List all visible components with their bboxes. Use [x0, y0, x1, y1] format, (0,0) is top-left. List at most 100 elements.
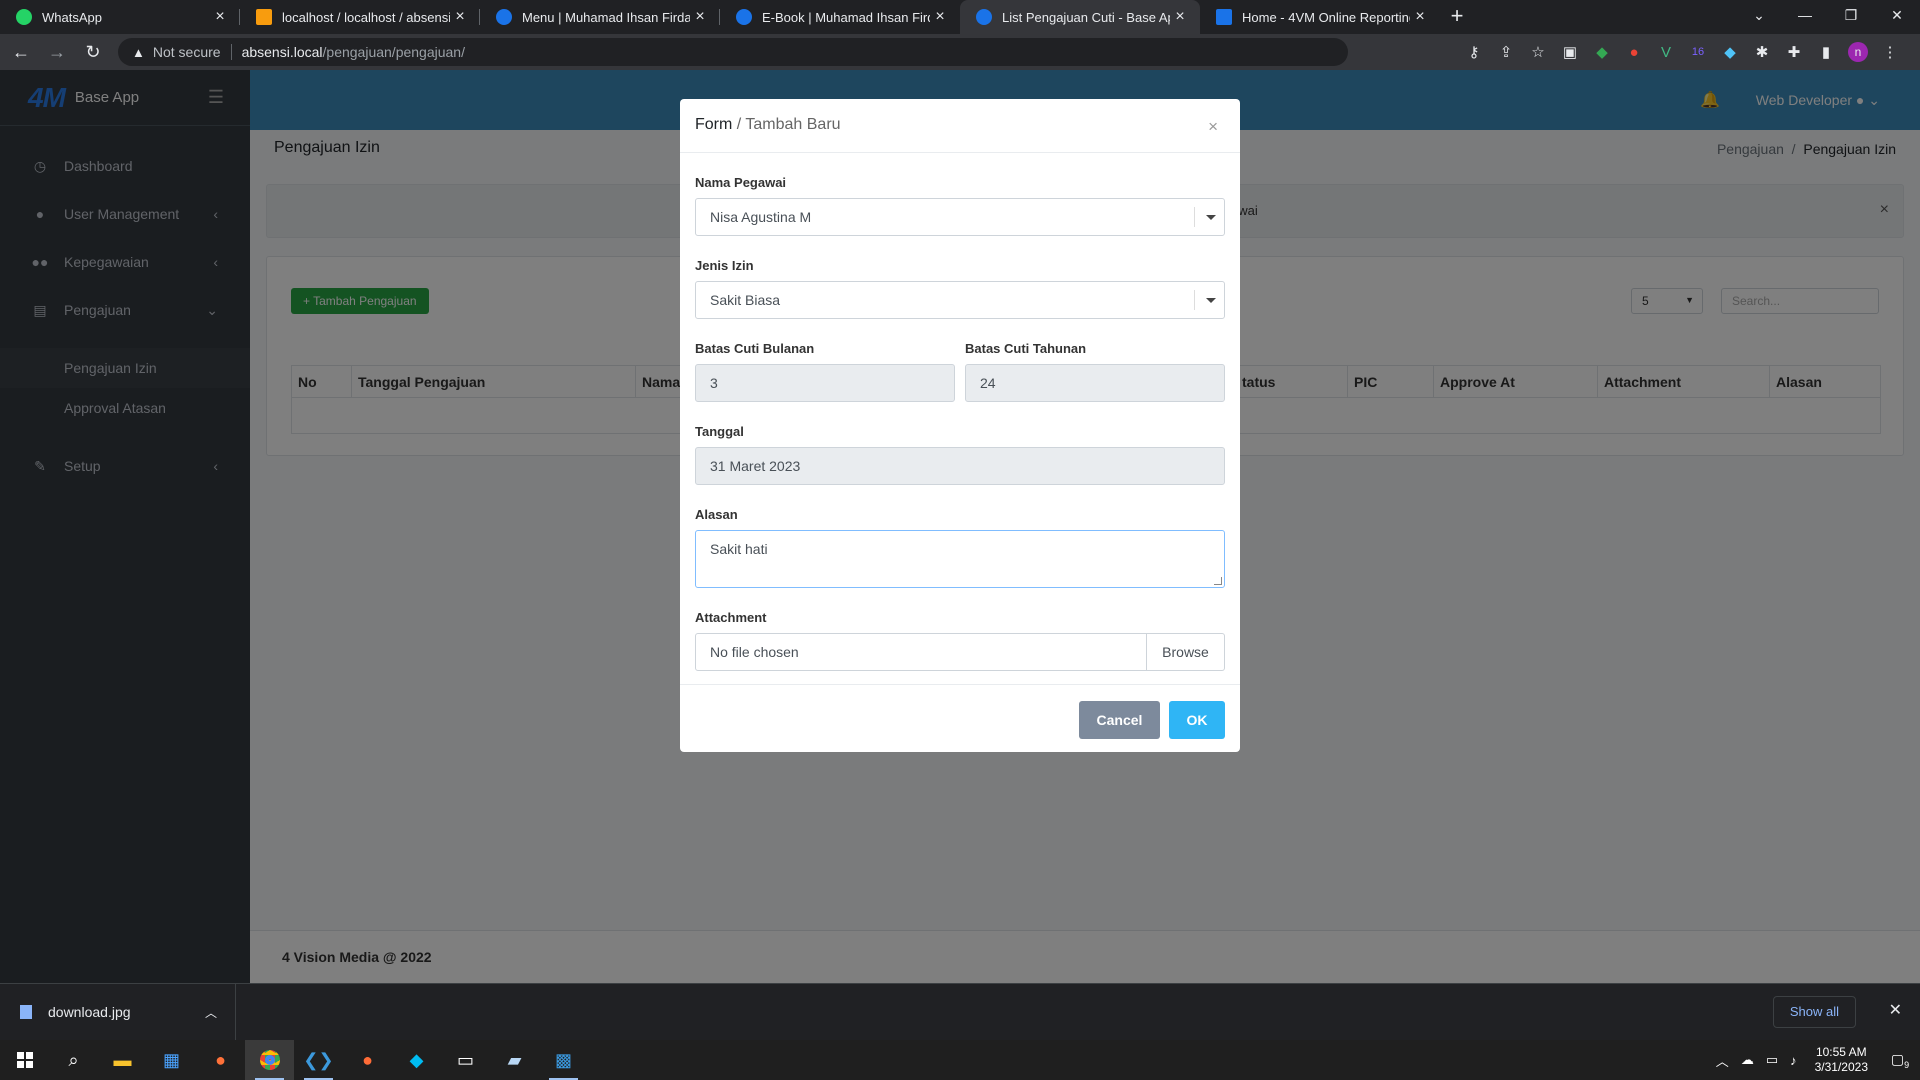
tab-title: localhost / localhost / absensi | p [282, 9, 450, 25]
notification-icon[interactable]: ▢9 [1880, 1051, 1920, 1070]
url-path: /pengajuan/pengajuan/ [322, 44, 465, 60]
jenis-izin-value: Sakit Biasa [710, 292, 781, 308]
batas-cuti-tahunan-field: 24 [965, 364, 1225, 402]
close-icon[interactable]: × [1170, 8, 1190, 26]
vscode-icon[interactable]: ❮❯ [294, 1040, 343, 1080]
sidepanel-icon[interactable]: ▮ [1810, 43, 1842, 61]
firefox-icon[interactable]: ● [196, 1040, 245, 1080]
attachment-label: Attachment [695, 610, 767, 625]
alasan-textarea[interactable]: Sakit hati [695, 530, 1225, 588]
puzzle-icon[interactable]: ✚ [1778, 43, 1810, 61]
address-bar[interactable]: ▲ Not secure absensi.local/pengajuan/pen… [118, 38, 1348, 66]
extension-icon[interactable]: ▣ [1554, 43, 1586, 61]
extension-icon[interactable]: ● [1618, 44, 1650, 61]
browser-tab[interactable]: WhatsApp × [0, 0, 240, 34]
network-icon[interactable]: ▭ [1766, 1052, 1778, 1068]
network-app-icon[interactable]: ▦ [147, 1040, 196, 1080]
modal-subtitle: Tambah Baru [745, 116, 841, 133]
profile-avatar[interactable]: n [1842, 42, 1874, 62]
alasan-label: Alasan [695, 507, 738, 522]
chevron-up-icon[interactable]: ︿ [205, 1004, 217, 1021]
attachment-input[interactable]: No file chosen Browse [695, 633, 1225, 671]
browser-tab[interactable]: E-Book | Muhamad Ihsan Firdaus× [720, 0, 960, 34]
cloud-icon[interactable]: ☁ [1741, 1052, 1754, 1068]
star-icon[interactable]: ☆ [1522, 43, 1554, 61]
chevron-down-icon [1194, 207, 1224, 227]
chevron-up-icon[interactable]: ︿ [1716, 1051, 1729, 1070]
browser-tab-strip: WhatsApp × localhost / localhost / absens… [0, 0, 1920, 34]
batas-cuti-bulanan-field: 3 [695, 364, 955, 402]
browser-tab[interactable]: localhost / localhost / absensi | p× [240, 0, 480, 34]
file-explorer-icon[interactable]: ▬ [98, 1040, 147, 1080]
nama-pegawai-value: Nisa Agustina M [710, 209, 812, 225]
modal-header: Form / Tambah Baru × [680, 99, 1240, 153]
download-item[interactable]: download.jpg ︿ [0, 984, 236, 1040]
tanggal-field[interactable]: 31 Maret 2023 [695, 447, 1225, 485]
tab-search-icon[interactable]: ⌄ [1736, 0, 1782, 34]
minimize-button[interactable]: — [1782, 0, 1828, 34]
alasan-value: Sakit hati [710, 541, 768, 557]
site-icon [976, 9, 992, 25]
notepad-icon[interactable]: ▰ [490, 1040, 539, 1080]
gear-icon[interactable]: ✱ [1746, 43, 1778, 61]
security-label: Not secure [152, 44, 221, 60]
browser-tab[interactable]: Home - 4VM Online Reporting S × [1200, 0, 1440, 34]
tab-title: WhatsApp [42, 9, 102, 25]
phpmyadmin-icon [256, 9, 272, 25]
close-window-button[interactable]: ✕ [1874, 0, 1920, 34]
clock-date: 3/31/2023 [1814, 1060, 1868, 1074]
share-icon[interactable]: ⇪ [1490, 43, 1522, 61]
browser-tab[interactable]: Menu | Muhamad Ihsan Firdaus × [480, 0, 720, 34]
close-icon[interactable]: × [930, 8, 950, 26]
jenis-izin-label: Jenis Izin [695, 258, 754, 273]
vue-icon[interactable]: V [1650, 44, 1682, 61]
extension-icon[interactable]: ◆ [1586, 43, 1618, 61]
terminal-icon[interactable]: ▭ [441, 1040, 490, 1080]
batas-cuti-bulanan-label: Batas Cuti Bulanan [695, 341, 815, 356]
close-icon[interactable]: × [1208, 117, 1218, 137]
jenis-izin-select[interactable]: Sakit Biasa [695, 281, 1225, 319]
tab-title: E-Book | Muhamad Ihsan Firdaus [762, 9, 930, 25]
ok-button[interactable]: OK [1169, 701, 1225, 739]
back-arrow-icon[interactable]: ← [6, 42, 36, 63]
modal-footer: Cancel OK [680, 684, 1240, 752]
form-modal: Form / Tambah Baru × Nama Pegawai Nisa A… [680, 99, 1240, 752]
volume-icon[interactable]: ♪ [1790, 1053, 1797, 1068]
key-icon[interactable]: ⚷ [1458, 43, 1490, 61]
resize-handle-icon[interactable] [1214, 577, 1222, 585]
windows-start-icon[interactable] [0, 1040, 49, 1080]
extension-icon[interactable]: 16 [1682, 46, 1714, 58]
search-icon[interactable]: ⌕ [49, 1040, 98, 1080]
clock[interactable]: 10:55 AM 3/31/2023 [1815, 1045, 1868, 1075]
batas-cuti-tahunan-label: Batas Cuti Tahunan [965, 341, 1087, 356]
close-icon[interactable]: ✕ [1889, 1000, 1902, 1020]
site-icon [1216, 9, 1232, 25]
nama-pegawai-label: Nama Pegawai [695, 175, 787, 190]
tanggal-label: Tanggal [695, 424, 744, 439]
gem-icon[interactable]: ◆ [1714, 43, 1746, 61]
forward-arrow-icon[interactable]: → [42, 42, 72, 63]
restore-button[interactable]: ❐ [1828, 0, 1874, 34]
browser-tab-active[interactable]: List Pengajuan Cuti - Base App × [960, 0, 1200, 34]
system-tray: ︿ ☁ ▭ ♪ 10:55 AM 3/31/2023 ▢9 [1710, 1040, 1920, 1080]
photos-icon[interactable]: ▩ [539, 1040, 588, 1080]
warning-icon: ▲ [132, 44, 145, 60]
postman-icon[interactable]: ● [343, 1040, 392, 1080]
divider [230, 44, 232, 60]
close-icon[interactable]: × [1410, 8, 1430, 26]
close-icon[interactable]: × [450, 8, 470, 26]
windows-taskbar: ⌕ ▬ ▦ ● ❮❯ ● ◆ ▭ ▰ ▩ ︿ ☁ ▭ ♪ 10:55 AM 3/3… [0, 1040, 1920, 1080]
show-all-button[interactable]: Show all [1772, 996, 1856, 1028]
close-icon[interactable]: × [210, 8, 230, 26]
more-icon[interactable]: ⋮ [1874, 43, 1906, 61]
file-name-display[interactable]: No file chosen [695, 633, 1147, 671]
new-tab-button[interactable]: + [1440, 0, 1474, 34]
url-host: absensi.local [241, 44, 323, 60]
nama-pegawai-select[interactable]: Nisa Agustina M [695, 198, 1225, 236]
reload-icon[interactable]: ↻ [78, 42, 108, 63]
mysql-icon[interactable]: ◆ [392, 1040, 441, 1080]
close-icon[interactable]: × [690, 8, 710, 26]
cancel-button[interactable]: Cancel [1079, 701, 1160, 739]
chrome-icon[interactable] [245, 1040, 294, 1080]
browse-button[interactable]: Browse [1147, 633, 1225, 671]
